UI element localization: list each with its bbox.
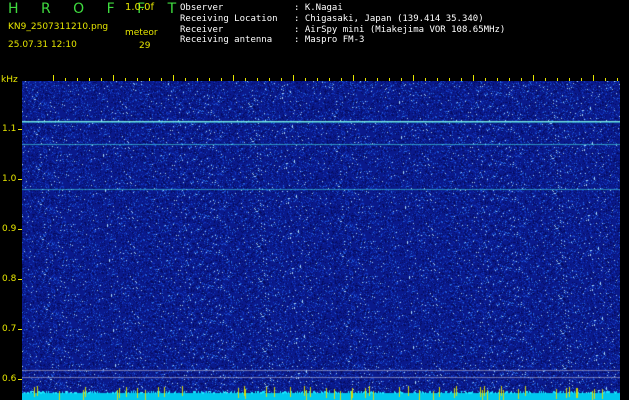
info-label: Receiving antenna (180, 35, 273, 46)
y-tick-label: 0.6 (2, 374, 17, 384)
info-value: : Maspro FM-3 (294, 35, 365, 46)
observation-info: Observer : K.Nagai Receiving Location : Ch… (180, 3, 505, 46)
y-tick-label: 1.0 (2, 174, 17, 184)
info-row-location: Receiving Location : Chigasaki, Japan (13… (180, 14, 505, 25)
info-label: Receiver (180, 24, 224, 35)
filename-label: KN9_2507311210.png (8, 22, 109, 32)
datetime-label: 25.07.31 12:10 (8, 40, 77, 50)
meteor-label: meteor (125, 28, 158, 38)
y-axis-unit: kHz (1, 75, 18, 85)
spectrogram-plot (22, 81, 620, 400)
info-value: : Chigasaki, Japan (139.414 35.340) (294, 13, 484, 24)
info-row-observer: Observer : K.Nagai (180, 3, 505, 14)
version-label: 1.0.0f (125, 2, 154, 13)
info-row-receiver: Receiver : AirSpy mini (Miakejima VOR 108… (180, 25, 505, 36)
info-label: Observer (180, 3, 224, 13)
meteor-count: 29 (139, 41, 151, 51)
y-tick-label: 1.1 (2, 124, 17, 134)
y-tick-label: 0.9 (2, 224, 17, 234)
waterfall-canvas (22, 81, 620, 400)
info-value: : K.Nagai (294, 3, 343, 13)
info-value: : AirSpy mini (Miakejima VOR 108.65MHz) (294, 24, 506, 35)
info-row-antenna: Receiving antenna : Maspro FM-3 (180, 35, 505, 46)
app-title: H R O F F T (8, 1, 186, 17)
info-label: Receiving Location (180, 13, 278, 24)
y-tick-label: 0.8 (2, 274, 17, 284)
y-tick-label: 0.7 (2, 324, 17, 334)
header-panel: H R O F F T 1.0.0f KN9_2507311210.png 25… (0, 0, 629, 75)
